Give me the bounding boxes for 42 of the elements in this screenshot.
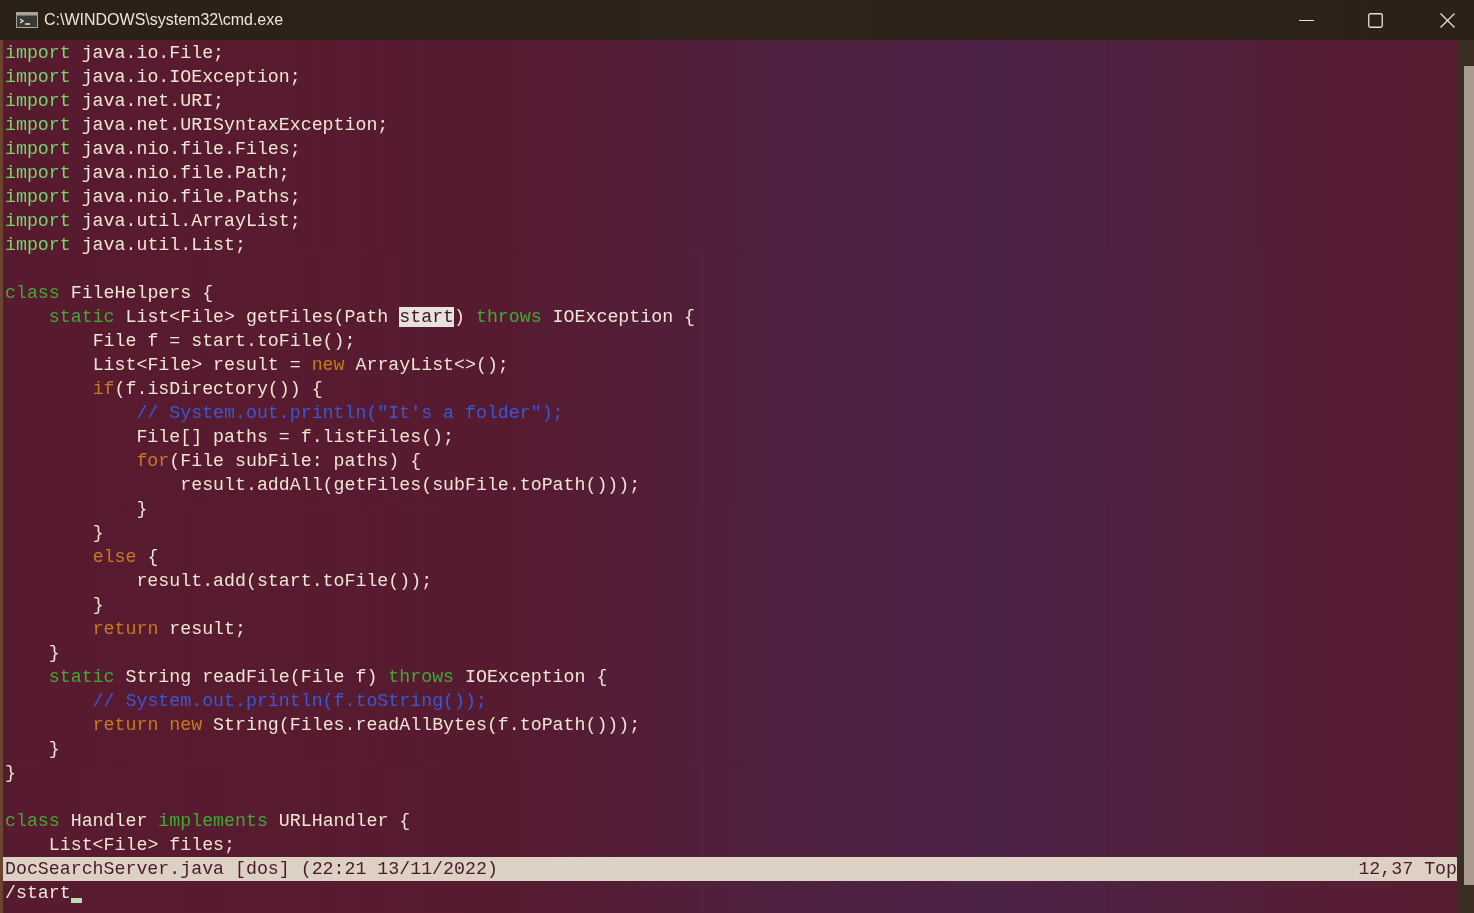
code-line: } — [92, 594, 104, 617]
file-info: DocSearchServer.java [dos] (22:21 13/11/2022) — [5, 858, 498, 881]
code-line: class FileHelpers { — [5, 282, 214, 305]
code-line: import java.nio.file.Paths; — [5, 186, 301, 209]
code-line: return new String(Files.readAllBytes(f.toPath())); — [92, 714, 641, 737]
terminal-icon — [16, 12, 38, 28]
code-line: if(f.isDirectory()) { — [92, 378, 323, 401]
code-line: File f = start.toFile(); — [92, 330, 356, 353]
window-title: C:\WINDOWS\system32\cmd.exe — [44, 10, 284, 30]
code-line: } — [5, 762, 16, 785]
code-line: import java.util.List; — [5, 234, 246, 257]
code-line: else { — [92, 546, 159, 569]
code-line: import java.net.URI; — [5, 90, 225, 113]
maximize-icon — [1368, 12, 1383, 28]
close-icon — [1439, 12, 1455, 28]
code-line: } — [48, 642, 60, 665]
code-line: } — [92, 522, 104, 545]
code-line: import java.net.URISyntaxException; — [5, 114, 389, 137]
code-line: import java.nio.file.Path; — [5, 162, 290, 185]
minimize-icon — [1299, 19, 1314, 21]
code-line: return result; — [92, 618, 246, 641]
code-line: result.addAll(getFiles(subFile.toPath())); — [180, 474, 641, 497]
scrollbar-thumb[interactable] — [1464, 66, 1474, 885]
code-line: import java.util.ArrayList; — [5, 210, 301, 233]
code-line: result.add(start.toFile()); — [136, 570, 433, 593]
code-line: for(File subFile: paths) { — [136, 450, 422, 473]
code-line: File[] paths = f.listFiles(); — [136, 426, 455, 449]
code-line: List<File> files; — [48, 834, 235, 857]
code-line: // System.out.println("It's a folder"); — [136, 402, 564, 425]
code-line: // System.out.println(f.toString()); — [92, 690, 487, 713]
command-text[interactable]: /start — [5, 881, 71, 905]
code-line: import java.io.File; — [5, 42, 225, 65]
scroll-position: Top — [1424, 858, 1457, 881]
code-line: } — [136, 498, 148, 521]
code-line: import java.io.IOException; — [5, 66, 301, 89]
code-line: static List<File> getFiles(Path start) throws IOException { — [48, 306, 695, 329]
code-line: static String readFile(File f) throws IOException { — [48, 666, 608, 689]
cursor-position: 12,37 — [1358, 858, 1414, 881]
code-line: } — [48, 738, 60, 761]
code-line: class Handler implements URLHandler { — [5, 810, 411, 833]
code-line: List<File> result = new ArrayList<>(); — [92, 354, 509, 377]
code-line: import java.nio.file.Files; — [5, 138, 301, 161]
